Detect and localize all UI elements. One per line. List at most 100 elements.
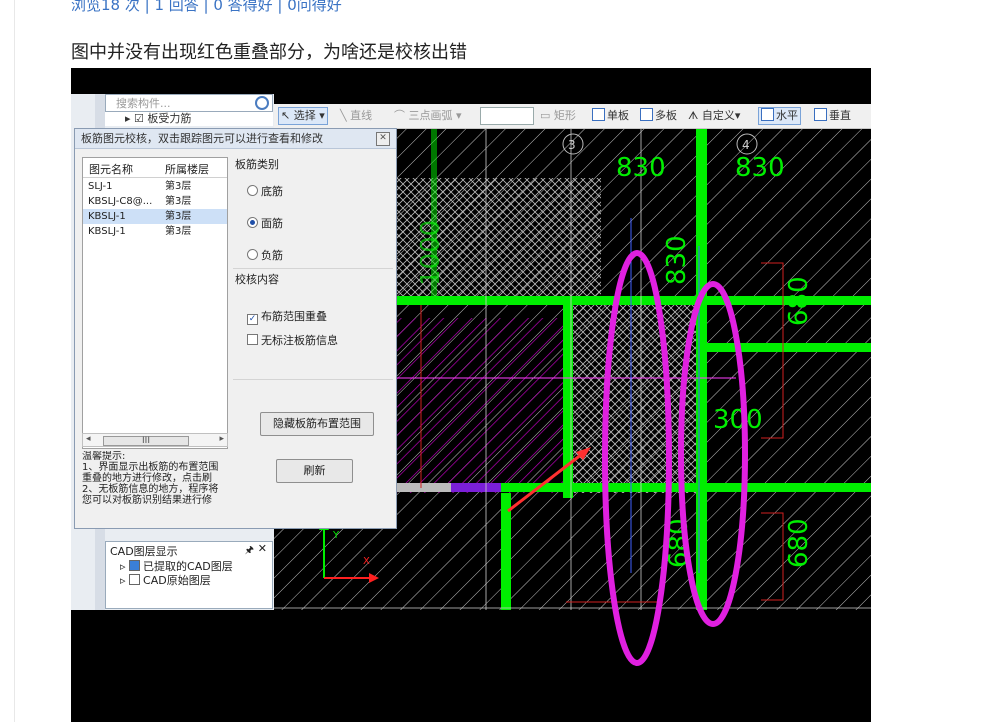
hide-range-button[interactable]: 隐藏板筋布置范围 [260,412,374,436]
tips-title: 温馨提示: [82,451,126,462]
pin-icon[interactable]: 🖈 [245,543,254,560]
dialog-title: 板筋图元校核，双击跟踪图元可以进行查看和修改 [75,129,396,149]
item-floor: 第3层 [165,226,192,237]
radio-label: 底筋 [261,185,283,198]
custom-tool[interactable]: ᗑ 自定义▾ [688,108,740,124]
horizontal-label: 水平 [776,109,798,122]
select-label: 选择 [293,109,316,122]
component-search-input[interactable]: 搜索构件... [105,94,273,112]
checkbox-label: 无标注板筋信息 [261,334,338,347]
screenshot-image: 830 830 830 1000 680 680 680 300 3 4 Y X [71,68,871,722]
list-horizontal-scrollbar[interactable]: ◂ III ▸ [82,433,228,447]
item-name: SLJ-1 [88,181,113,192]
multi-slab-tool[interactable]: 多板 [640,108,677,124]
dim-1000: 1000 [416,220,446,286]
dim-830-b: 830 [735,153,785,183]
question-text: 图中并没有出现红色重叠部分，为啥还是校核出错 [71,42,467,63]
dim-680-c: 680 [784,518,814,568]
multi-slab-icon [640,108,653,121]
drawing-toolbar: ↖ 选择 ▾ ╲ 直线 ⌒ 三点画弧 ▾ ▭ 矩形 单板 多板 ᗑ 自定义▾ 水… [274,104,871,129]
list-item[interactable]: KBSLJ-1 第3层 [83,224,227,239]
vertical-tool[interactable]: 垂直 [814,108,851,124]
checkbox-icon [247,334,258,345]
single-label: 单板 [607,109,629,122]
radio-negative-rebar[interactable]: 负筋 [247,247,283,263]
tips-box: 温馨提示: 1、界面显示出板筋的布置范围 重叠的地方进行修改，点击刷 2、无板筋… [82,451,234,525]
checkbox-range-overlap[interactable]: ✓ 布筋范围重叠 [247,308,327,325]
scroll-thumb[interactable]: III [103,436,189,446]
ucs-x-label: X [363,556,370,567]
horizontal-tool[interactable]: 水平 [758,107,801,125]
dialog-close-icon[interactable]: ✕ [376,132,390,146]
tips-line: 2、无板筋信息的地方，程序将 [82,484,219,495]
multi-label: 多板 [655,109,677,122]
divider [233,268,393,269]
custom-label: 自定义 [701,109,735,122]
radio-selected-icon [247,217,258,228]
group-rebar-type: 板筋类别 [235,158,279,171]
dim-300: 300 [713,405,763,435]
single-slab-tool[interactable]: 单板 [592,108,629,124]
axis-bubble-3: 3 [568,138,576,152]
layer-checkbox-checked [129,560,141,571]
refresh-button[interactable]: 刷新 [276,459,353,483]
element-list: 图元名称 所属楼层 SLJ-1 第3层 KBSLJ-C8@... 第3层 KBS… [82,157,228,449]
dim-830-c: 830 [662,235,692,285]
tips-line: 您可以对板筋识别结果进行修 [82,495,212,506]
radio-top-rebar[interactable]: 面筋 [247,215,283,231]
line-label: 直线 [350,109,373,122]
tree-item-label: 板受力筋 [147,112,192,125]
tips-line: 1、界面显示出板筋的布置范围 [82,462,219,473]
ucs-y-label: Y [332,530,340,541]
item-floor: 第3层 [165,181,192,192]
vertical-label: 垂直 [829,109,851,122]
tree-item-slab-rebar[interactable]: ▸ ☑ 板受力筋 [105,112,273,126]
select-tool[interactable]: ↖ 选择 ▾ [278,107,328,125]
scroll-right-icon[interactable]: ▸ [219,434,224,444]
rebar-check-dialog: 板筋图元校核，双击跟踪图元可以进行查看和修改 ✕ 图元名称 所属楼层 SLJ-1… [74,128,397,529]
arc-tool[interactable]: ⌒ 三点画弧 ▾ [394,108,462,124]
list-header: 图元名称 所属楼层 [83,158,227,178]
overlap-region [571,303,696,493]
cad-panel-title: CAD图层显示 [110,545,178,558]
radio-label: 负筋 [261,249,283,262]
search-icon[interactable] [255,96,269,110]
rect-tool[interactable]: ▭ 矩形 [540,108,576,124]
question-stats: 浏览18 次 | 1 回答 | 0 答得好 | 0问得好 [71,0,342,14]
radio-icon [247,185,258,196]
col-element-name[interactable]: 图元名称 [89,161,133,177]
list-item-selected[interactable]: KBSLJ-1 第3层 [83,209,227,224]
dim-830-a: 830 [616,153,666,183]
radio-bottom-rebar[interactable]: 底筋 [247,183,283,199]
layer-checkbox [129,574,141,585]
checkbox-label: 布筋范围重叠 [261,310,327,323]
rect-label: 矩形 [553,109,576,122]
layer-label: CAD原始图层 [143,574,211,587]
col-floor[interactable]: 所属楼层 [165,161,209,177]
single-slab-icon [592,108,605,121]
content-left-rule [14,0,15,722]
tips-line: 重叠的地方进行修改，点击刷 [82,473,212,484]
close-icon[interactable]: ✕ [258,542,267,555]
list-item[interactable]: SLJ-1 第3层 [83,179,227,194]
item-name: KBSLJ-C8@... [88,196,153,207]
arc-label: 三点画弧 [408,109,453,122]
dim-680-a: 680 [784,276,814,326]
item-name: KBSLJ-1 [88,211,126,222]
layer-original[interactable]: ▹ CAD原始图层 [120,572,211,588]
vertical-icon [814,108,827,121]
radio-label: 面筋 [261,217,283,230]
axis-bubble-4: 4 [742,138,750,152]
check-icon: ✓ [247,314,258,325]
list-item[interactable]: KBSLJ-C8@... 第3层 [83,194,227,209]
scroll-left-icon[interactable]: ◂ [86,434,91,444]
item-floor: 第3层 [165,211,192,222]
group-check-content: 校核内容 [235,273,279,286]
arc-dropdown[interactable] [480,107,534,125]
checkbox-no-label[interactable]: 无标注板筋信息 [247,332,338,348]
search-placeholder: 搜索构件... [116,97,171,110]
cad-layer-panel: CAD图层显示 🖈 ✕ ▹ 已提取的CAD图层 ▹ CAD原始图层 [105,541,273,609]
line-tool[interactable]: ╲ 直线 [340,108,372,124]
horizontal-icon [761,108,774,121]
item-floor: 第3层 [165,196,192,207]
